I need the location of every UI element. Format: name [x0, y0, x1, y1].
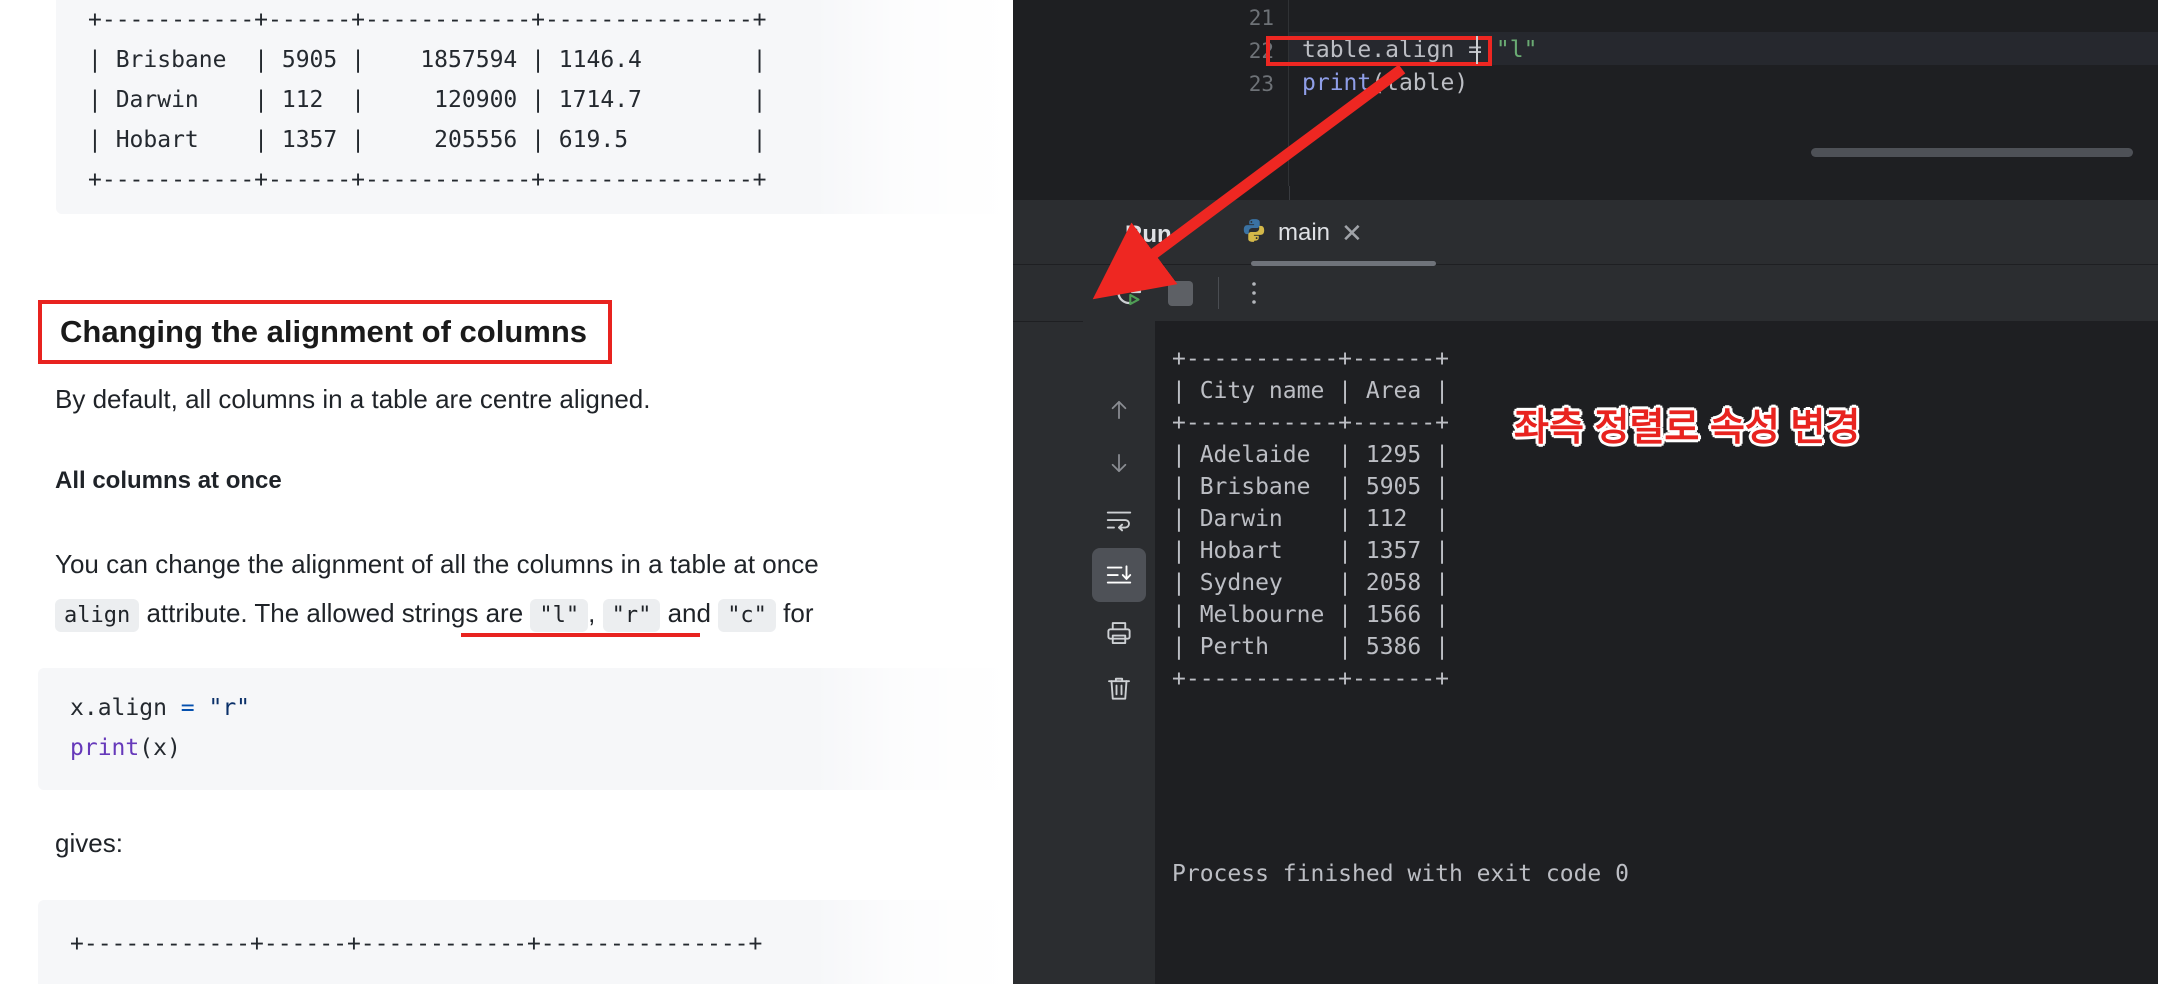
code-line: +------------+------+------------+------… — [70, 931, 763, 957]
editor-function: print — [1302, 70, 1372, 96]
paragraph-sep2: and — [660, 598, 719, 628]
python-icon — [1241, 217, 1267, 248]
arrow-up-icon[interactable] — [1092, 383, 1146, 437]
tab-main[interactable]: main ✕ — [1241, 217, 1363, 248]
run-tab-bar: Run main ✕ — [1013, 205, 2158, 266]
text-caret — [1476, 36, 1478, 64]
soft-wrap-icon[interactable] — [1092, 493, 1146, 547]
code-line: x.align = "r" — [38, 688, 1013, 728]
code-line: | Darwin | 112 | 120900 | 1714.7 | — [88, 87, 767, 113]
run-panel-title: Run — [1125, 221, 1172, 248]
code-line: | Brisbane | 5905 | 1857594 | 1146.4 | — [88, 47, 767, 73]
inline-code-l: "l" — [530, 599, 589, 632]
inline-code-r: "r" — [602, 599, 661, 632]
editor-line-highlight-annotation — [1266, 36, 1492, 66]
editor-string: "l" — [1495, 37, 1538, 63]
code-line: +-----------+------+------------+-------… — [88, 167, 767, 193]
code-string: "r" — [208, 695, 251, 721]
page-title: Changing the alignment of columns — [60, 314, 587, 349]
subheading-all-columns: All columns at once — [55, 467, 282, 494]
more-options-icon[interactable] — [1250, 280, 1258, 313]
paragraph-align-attribute: You can change the alignment of all the … — [55, 540, 1013, 640]
console-gutter-toolbar — [1083, 321, 1155, 984]
process-finished-line: Process finished with exit code 0 — [1172, 861, 1629, 887]
arrow-down-icon[interactable] — [1092, 436, 1146, 490]
stop-icon[interactable] — [1168, 281, 1193, 306]
section-heading-highlight: Changing the alignment of columns — [38, 300, 612, 364]
editor-line-23[interactable]: print(table) — [1302, 70, 1468, 96]
code-editor: 21 22 23 table.align = "l" print(table) — [1013, 0, 2158, 200]
trash-icon[interactable] — [1092, 661, 1146, 715]
close-icon[interactable]: ✕ — [1341, 220, 1363, 246]
code-line: +-----------+------+------------+-------… — [88, 7, 767, 33]
korean-annotation-text: 좌측 정렬로 속성 변경 — [1514, 407, 1861, 449]
inline-code-c: "c" — [718, 599, 776, 632]
screenshot-root: +-----------+------+------------+-------… — [0, 0, 2158, 984]
paragraph-default-alignment: By default, all columns in a table are c… — [55, 384, 651, 414]
tab-main-label: main — [1278, 218, 1331, 246]
editor-horizontal-scrollbar[interactable] — [1811, 148, 2133, 157]
red-underline-annotation — [461, 633, 700, 637]
documentation-pane: +-----------+------+------------+-------… — [0, 0, 1013, 984]
code-line: print(x) — [38, 728, 1013, 768]
editor-gutter: 21 22 23 — [1206, 0, 1289, 186]
code-block-align-r: x.align = "r" print(x) — [38, 668, 1013, 790]
line-number: 21 — [1248, 6, 1274, 30]
rerun-icon[interactable] — [1113, 276, 1147, 315]
toolbar-divider — [1218, 277, 1219, 309]
print-icon[interactable] — [1092, 606, 1146, 660]
paragraph-text-part3: for — [775, 598, 814, 628]
gives-label: gives: — [55, 828, 123, 858]
code-line: | Hobart | 1357 | 205556 | 619.5 | — [88, 127, 767, 153]
code-function: print — [70, 735, 140, 761]
inline-code-align: align — [55, 599, 140, 632]
line-number: 23 — [1248, 72, 1274, 96]
scroll-to-end-icon[interactable] — [1092, 548, 1146, 602]
run-tool-window: Run main ✕ +-----------+------+ | City n… — [1013, 205, 2158, 984]
paragraph-text-part1: You can change the alignment of all the … — [55, 549, 819, 579]
console-table-output: +-----------+------+ | City name | Area … — [1172, 346, 1449, 692]
code-var: x.align — [70, 695, 181, 721]
editor-pane[interactable]: 21 22 23 table.align = "l" print(table) — [1206, 0, 2158, 186]
code-operator: = — [180, 695, 209, 721]
paragraph-text-part2: attribute. The allowed strings are — [139, 598, 531, 628]
editor-args: (table) — [1371, 70, 1469, 96]
paragraph-sep1: , — [588, 598, 603, 628]
bottom-code-block: +------------+------+------------+------… — [38, 900, 1013, 984]
run-toolbar — [1013, 265, 2158, 322]
ide-window: 21 22 23 table.align = "l" print(table) — [1013, 0, 2158, 984]
code-args: (x) — [139, 735, 181, 761]
top-code-block: +-----------+------+------------+-------… — [56, 0, 1013, 214]
